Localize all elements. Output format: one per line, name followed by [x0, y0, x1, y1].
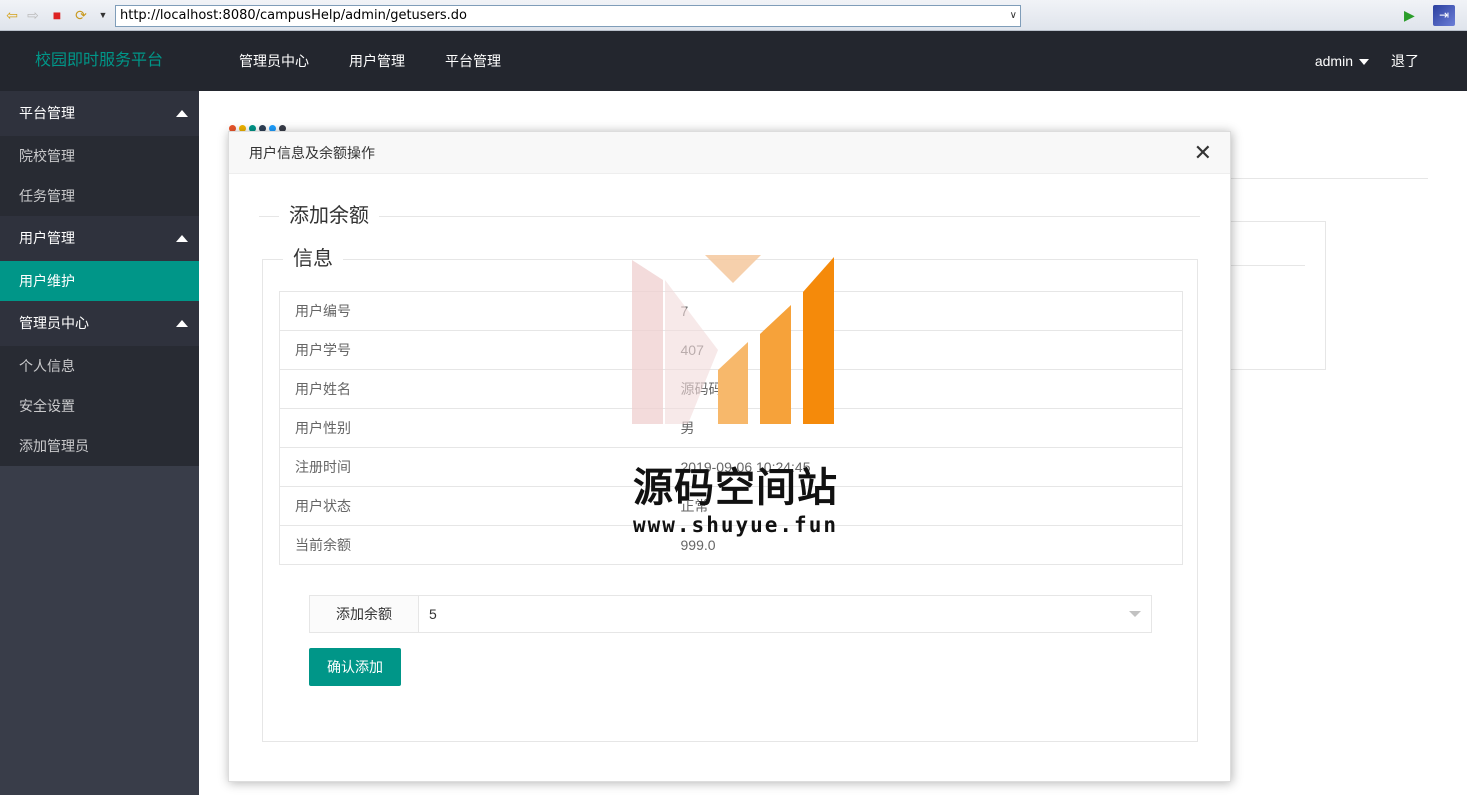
- sidebar-item-security[interactable]: 安全设置: [0, 386, 199, 426]
- refresh-icon[interactable]: ⟳: [72, 6, 90, 24]
- sidebar-group-label: 管理员中心: [19, 315, 89, 331]
- go-icon[interactable]: ▶: [1404, 7, 1415, 24]
- address-bar[interactable]: http://localhost:8080/campusHelp/admin/g…: [115, 5, 1021, 27]
- user-area: admin 退了: [1315, 31, 1419, 91]
- add-balance-label: 添加余额: [309, 595, 419, 633]
- chevron-down-icon[interactable]: ∨: [1010, 6, 1017, 26]
- row-label: 用户学号: [279, 330, 681, 370]
- forward-icon[interactable]: ⇨: [24, 6, 42, 24]
- row-value: 999.0: [680, 525, 1183, 565]
- top-nav: 管理员中心 用户管理 平台管理: [219, 31, 521, 91]
- row-label: 用户姓名: [279, 369, 681, 409]
- browser-logo-icon: ⇥: [1433, 5, 1455, 26]
- nav-admin-center[interactable]: 管理员中心: [219, 31, 329, 91]
- add-balance-select[interactable]: 5: [419, 595, 1152, 633]
- row-value: 7: [680, 291, 1183, 331]
- row-value: 正常: [680, 486, 1183, 526]
- sidebar-item-schools[interactable]: 院校管理: [0, 136, 199, 176]
- caret-down-icon: [1359, 59, 1369, 66]
- section-title-line: 添加余额: [259, 204, 1200, 228]
- row-label: 用户性别: [279, 408, 681, 448]
- row-value: 男: [680, 408, 1183, 448]
- table-row: 用户编号 7: [279, 291, 1183, 331]
- sidebar-item-user-maintenance[interactable]: 用户维护: [0, 261, 199, 301]
- modal-title: 用户信息及余额操作: [229, 132, 1230, 174]
- back-icon[interactable]: ⇦: [3, 6, 21, 24]
- table-row: 用户姓名 源码码: [279, 369, 1183, 409]
- user-info-table: 用户编号 7 用户学号 407 用户姓名 源码码 用户性别男 注册时间 2019-09-…: [279, 291, 1183, 565]
- section-title: 添加余额: [279, 204, 379, 228]
- sidebar-item-add-admin[interactable]: 添加管理员: [0, 426, 199, 466]
- sidebar-group-label: 用户管理: [19, 230, 75, 246]
- history-dropdown-icon[interactable]: ▼: [94, 6, 112, 24]
- table-row: 当前余额 999.0: [279, 525, 1183, 565]
- dropdown-arrow-icon: [1129, 611, 1141, 617]
- username: admin: [1314, 53, 1353, 69]
- content-panel: [1230, 221, 1326, 370]
- confirm-add-button[interactable]: 确认添加: [309, 648, 401, 686]
- user-menu[interactable]: admin: [1315, 31, 1369, 91]
- row-label: 注册时间: [279, 447, 681, 487]
- address-url: http://localhost:8080/campusHelp/admin/g…: [120, 8, 468, 23]
- app-logo[interactable]: 校园即时服务平台: [35, 31, 163, 91]
- table-row: 注册时间 2019-09-06 10:24:45: [279, 447, 1183, 487]
- browser-toolbar: ⇦ ⇨ ■ ⟳ ▼ http://localhost:8080/campusHe…: [0, 0, 1467, 31]
- logout-link[interactable]: 退了: [1391, 31, 1419, 91]
- table-row: 用户性别男: [279, 408, 1183, 448]
- collapse-arrow-icon: [176, 320, 188, 327]
- sidebar-group-users[interactable]: 用户管理: [0, 216, 199, 261]
- row-value: 2019-09-06 10:24:45: [680, 447, 1183, 487]
- table-row: 用户学号 407: [279, 330, 1183, 370]
- add-balance-row: 添加余额 5: [309, 595, 1152, 633]
- row-label: 用户状态: [279, 486, 681, 526]
- sidebar-item-profile[interactable]: 个人信息: [0, 346, 199, 386]
- info-fieldset: 信息 用户编号 7 用户学号 407 用户姓名 源码码 用户性别男 注册时间 2019-…: [262, 247, 1198, 742]
- content-divider: [1230, 178, 1428, 179]
- selected-amount: 5: [429, 606, 437, 622]
- nav-platform-management[interactable]: 平台管理: [425, 31, 521, 91]
- sidebar-group-admin[interactable]: 管理员中心: [0, 301, 199, 346]
- table-row: 用户状态 正常: [279, 486, 1183, 526]
- nav-user-management[interactable]: 用户管理: [329, 31, 425, 91]
- close-icon[interactable]: ✕: [1194, 142, 1212, 164]
- sidebar-group-platform[interactable]: 平台管理: [0, 91, 199, 136]
- sidebar-item-tasks[interactable]: 任务管理: [0, 176, 199, 216]
- top-header: 校园即时服务平台 管理员中心 用户管理 平台管理 admin 退了: [0, 31, 1467, 91]
- row-label: 用户编号: [279, 291, 681, 331]
- info-legend: 信息: [283, 247, 343, 271]
- row-value: 源码码: [680, 369, 1183, 409]
- sidebar: 平台管理 院校管理 任务管理 用户管理 用户维护 管理员中心 个人信息 安全设置…: [0, 91, 199, 795]
- collapse-arrow-icon: [176, 235, 188, 242]
- collapse-arrow-icon: [176, 110, 188, 117]
- stop-icon[interactable]: ■: [48, 6, 66, 24]
- row-label: 当前余额: [279, 525, 681, 565]
- sidebar-group-label: 平台管理: [19, 105, 75, 121]
- row-value: 407: [680, 330, 1183, 370]
- user-balance-modal: 用户信息及余额操作 ✕ 添加余额 信息 用户编号 7 用户学号 407 用户姓名 源码…: [228, 131, 1231, 782]
